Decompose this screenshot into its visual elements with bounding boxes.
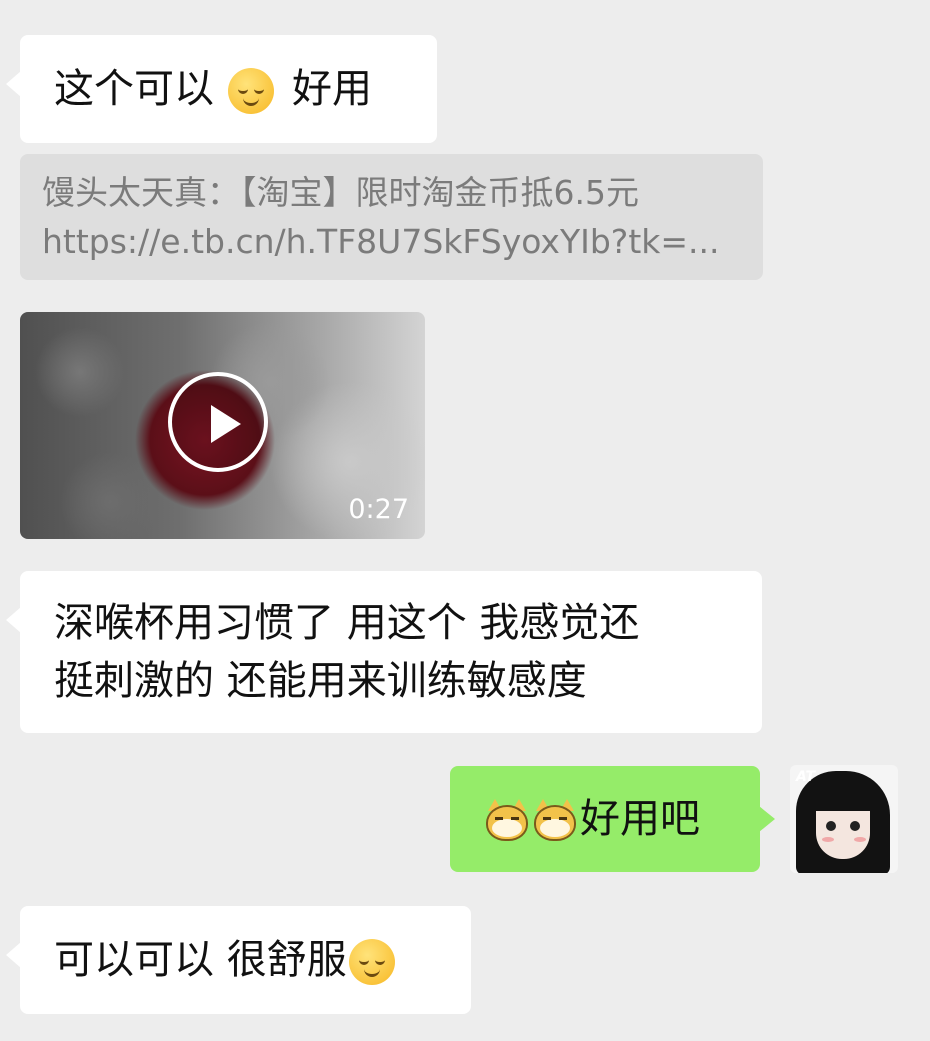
incoming-message-bubble[interactable]: 可以可以 很舒服 [6, 906, 471, 1014]
message-text-line: 深喉杯用习惯了 用这个 我感觉还 [54, 600, 640, 646]
video-message[interactable]: 0:27 [20, 312, 425, 539]
outgoing-message-bubble[interactable]: 好用吧 [450, 766, 775, 872]
link-url: https://e.tb.cn/h.TF8U7SkFSyoxYIb?tk=... [42, 222, 720, 261]
message-text: 可以可以 很舒服 [54, 937, 347, 983]
relieved-face-emoji-icon [348, 939, 395, 985]
incoming-message-bubble[interactable]: 深喉杯用习惯了 用这个 我感觉还 挺刺激的 还能用来训练敏感度 [6, 571, 762, 733]
message-text: 好用吧 [580, 796, 700, 842]
link-title: 馒头太天真：【淘宝】限时淘金币抵6.5元 [42, 173, 639, 212]
relieved-face-emoji-icon [228, 68, 274, 114]
avatar-mark: AT [796, 769, 816, 785]
message-text: 这个可以 [54, 66, 214, 112]
message-text-line: 挺刺激的 还能用来训练敏感度 [54, 658, 587, 704]
doge-icon [532, 799, 578, 843]
incoming-message-bubble[interactable]: 这个可以 好用 [6, 35, 437, 143]
message-text: 好用 [292, 66, 372, 112]
video-duration: 0:27 [348, 494, 409, 525]
shared-link-card[interactable]: 馒头太天真：【淘宝】限时淘金币抵6.5元 https://e.tb.cn/h.T… [20, 154, 763, 280]
user-avatar[interactable]: AT [790, 765, 898, 873]
play-icon[interactable] [168, 372, 268, 472]
doge-icon [484, 799, 530, 843]
